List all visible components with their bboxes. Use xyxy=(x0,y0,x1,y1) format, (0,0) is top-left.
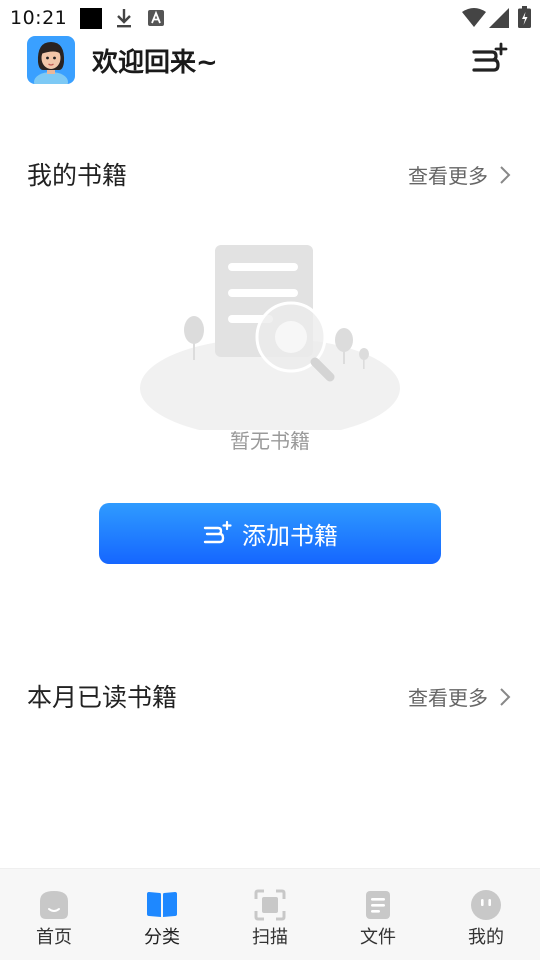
more-link-label: 查看更多 xyxy=(408,686,488,710)
nav-item-scan[interactable]: 扫描 xyxy=(216,869,324,960)
nav-label-profile: 我的 xyxy=(468,927,504,948)
empty-books-text: 暂无书籍 xyxy=(230,429,310,453)
notification-square-icon xyxy=(80,8,102,29)
font-a-icon xyxy=(148,10,164,26)
scan-icon xyxy=(254,889,286,921)
nav-label-scan: 扫描 xyxy=(252,927,288,948)
nav-label-files: 文件 xyxy=(360,927,396,948)
monthly-books-title: 本月已读书籍 xyxy=(27,683,178,712)
bottom-nav: 首页 分类 扫描 文件 我的 xyxy=(0,868,540,960)
download-icon xyxy=(117,9,131,28)
add-books-button-label: 添加书籍 xyxy=(242,522,338,550)
wifi-icon xyxy=(462,8,486,27)
avatar[interactable] xyxy=(27,36,75,84)
home-face-icon xyxy=(40,891,68,919)
add-book-icon[interactable] xyxy=(468,42,508,78)
avatar-illustration xyxy=(27,36,75,84)
status-time: 10:21 xyxy=(10,7,68,29)
nav-label-home: 首页 xyxy=(36,927,72,948)
file-icon xyxy=(366,891,390,919)
profile-face-icon xyxy=(471,890,501,920)
my-books-title: 我的书籍 xyxy=(27,161,128,190)
nav-item-home[interactable]: 首页 xyxy=(0,869,108,960)
empty-books-illustration xyxy=(140,245,400,430)
monthly-books-more-link[interactable]: 查看更多 xyxy=(408,682,512,711)
nav-item-category[interactable]: 分类 xyxy=(108,869,216,960)
nav-item-profile[interactable]: 我的 xyxy=(432,869,540,960)
book-open-icon xyxy=(147,892,177,917)
my-books-more-link[interactable]: 查看更多 xyxy=(408,160,512,189)
add-book-icon xyxy=(203,520,232,543)
welcome-title: 欢迎回来~ xyxy=(92,48,218,78)
battery-icon xyxy=(518,6,531,28)
add-books-button[interactable]: 添加书籍 xyxy=(99,503,441,564)
status-bar: 10:21 xyxy=(0,0,540,36)
nav-item-files[interactable]: 文件 xyxy=(324,869,432,960)
more-link-label: 查看更多 xyxy=(408,164,488,188)
nav-label-category: 分类 xyxy=(144,927,180,948)
chevron-right-icon xyxy=(500,687,511,706)
signal-icon xyxy=(489,8,509,28)
chevron-right-icon xyxy=(500,165,511,184)
